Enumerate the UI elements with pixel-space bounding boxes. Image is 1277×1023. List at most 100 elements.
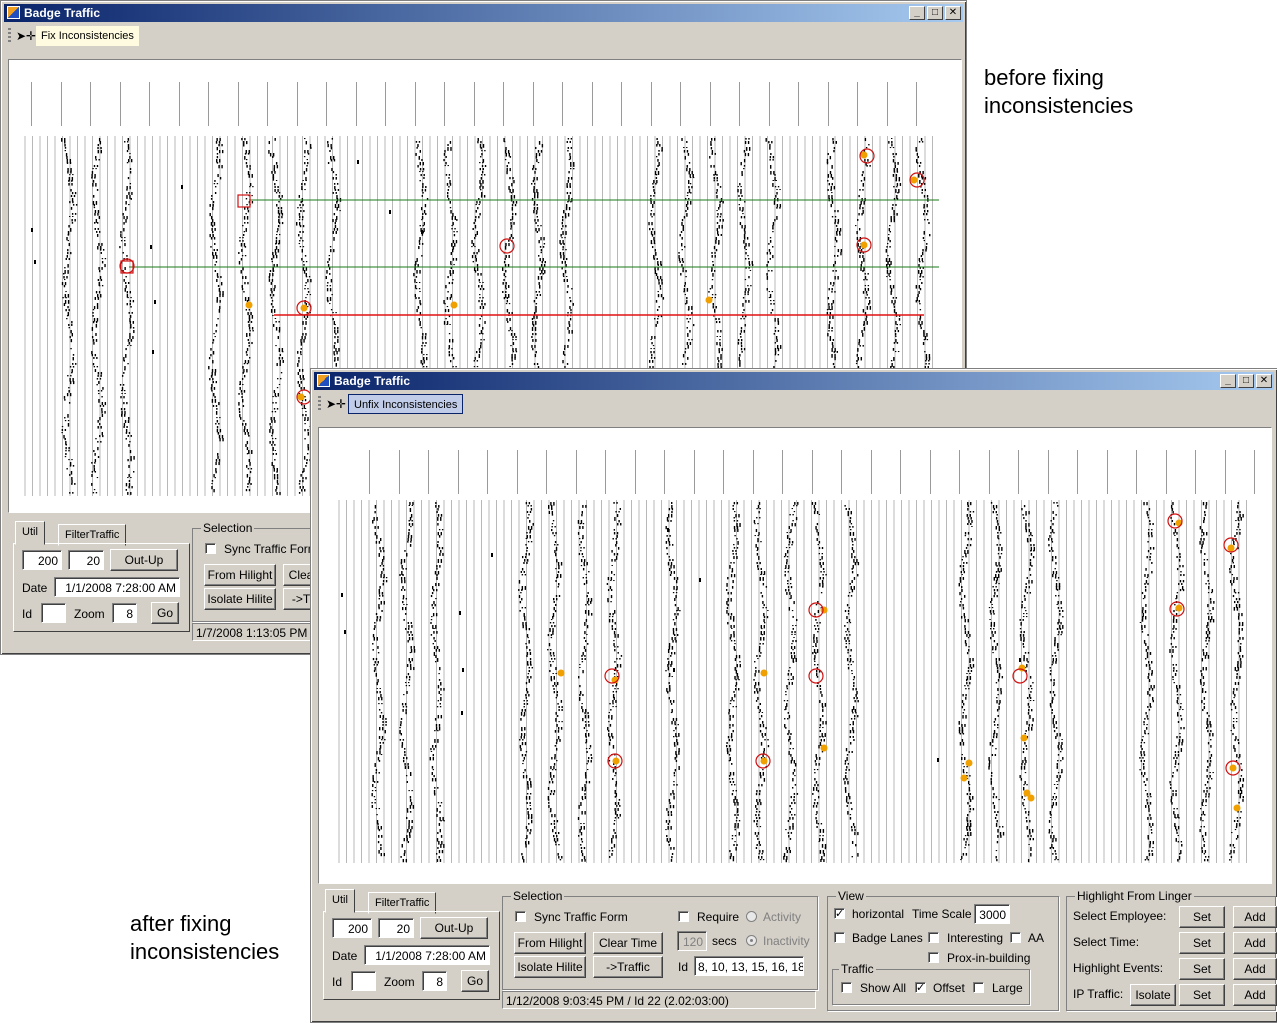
isolate-hilite-button[interactable]: Isolate Hilite xyxy=(514,956,586,978)
toolbar-grip-icon[interactable] xyxy=(318,396,321,412)
go-button[interactable]: Go xyxy=(151,602,179,624)
ip-traffic-add-button[interactable]: Add xyxy=(1233,984,1277,1006)
close-button[interactable]: ✕ xyxy=(945,6,961,20)
activity-label: Activity xyxy=(763,910,802,924)
secs-field[interactable]: 120 xyxy=(677,931,707,951)
toolbar: ➤✛ Unfix Inconsistencies xyxy=(314,391,1274,417)
traffic-mark xyxy=(461,711,463,715)
prox-in-building-checkbox[interactable] xyxy=(928,952,939,963)
event-dot xyxy=(1020,734,1028,742)
badge-traffic-window-after: Badge Traffic _ □ ✕ ➤✛ Unfix Inconsisten… xyxy=(310,368,1277,1023)
time-scale-field[interactable]: 3000 xyxy=(974,904,1010,924)
traffic-mark xyxy=(1019,658,1021,662)
lane-label xyxy=(1166,450,1167,494)
go-button[interactable]: Go xyxy=(461,970,489,992)
traffic-column xyxy=(1048,502,1064,861)
minimize-button[interactable]: _ xyxy=(909,6,925,20)
from-hilight-button[interactable]: From Hilight xyxy=(514,932,586,954)
lane-label xyxy=(621,82,622,126)
traffic-column xyxy=(119,138,135,495)
select-time-add-button[interactable]: Add xyxy=(1233,932,1277,954)
activity-radio[interactable] xyxy=(746,911,757,922)
sync-traffic-checkbox[interactable] xyxy=(515,911,526,922)
lane-label xyxy=(562,82,563,126)
util-field-2[interactable]: 20 xyxy=(378,918,414,938)
show-all-checkbox[interactable] xyxy=(841,982,852,993)
sync-traffic-checkbox[interactable] xyxy=(205,543,216,554)
select-employee-add-button[interactable]: Add xyxy=(1233,906,1277,928)
clear-time-button[interactable]: Clear Time xyxy=(593,932,663,954)
traffic-column xyxy=(61,138,78,494)
util-field-1[interactable]: 200 xyxy=(22,550,62,570)
tab-util[interactable]: Util xyxy=(325,889,355,913)
lane-label xyxy=(871,450,872,494)
out-up-button[interactable]: Out-Up xyxy=(420,917,488,939)
id-field[interactable] xyxy=(351,971,376,991)
horizontal-checkbox[interactable]: ✓ xyxy=(834,908,845,920)
sync-traffic-label: Sync Traffic Form xyxy=(534,910,628,924)
close-button[interactable]: ✕ xyxy=(1256,374,1272,388)
toolbar-grip-icon[interactable] xyxy=(8,28,11,44)
traffic-group-label: Traffic xyxy=(839,962,876,976)
unfix-inconsistencies-button[interactable]: Unfix Inconsistencies xyxy=(348,394,464,414)
tab-util[interactable]: Util xyxy=(15,521,45,545)
pointer-move-icon[interactable]: ➤✛ xyxy=(326,396,346,412)
to-traffic-button[interactable]: ->Traffic xyxy=(593,956,663,978)
ip-traffic-set-button[interactable]: Set xyxy=(1179,984,1225,1006)
event-dot xyxy=(820,606,828,614)
inactivity-radio[interactable] xyxy=(746,935,757,946)
offset-checkbox[interactable]: ✓ xyxy=(915,982,926,994)
selection-id-field[interactable]: 8, 10, 13, 15, 16, 18, xyxy=(694,956,804,976)
lane-label xyxy=(149,82,150,126)
lane-label xyxy=(533,82,534,126)
annotation-after: after fixing inconsistencies xyxy=(130,910,279,966)
zoom-field[interactable]: 8 xyxy=(422,971,447,991)
lane-label xyxy=(444,82,445,126)
highlight-events-set-button[interactable]: Set xyxy=(1179,958,1225,980)
require-checkbox[interactable] xyxy=(678,911,689,922)
zoom-field[interactable]: 8 xyxy=(112,603,137,623)
date-field[interactable]: 1/1/2008 7:28:00 AM xyxy=(54,577,180,597)
date-field[interactable]: 1/1/2008 7:28:00 AM xyxy=(364,945,490,965)
lane-label xyxy=(900,450,901,494)
id-field[interactable] xyxy=(41,603,66,623)
select-time-set-button[interactable]: Set xyxy=(1179,932,1225,954)
maximize-button[interactable]: □ xyxy=(1238,374,1254,388)
maximize-button[interactable]: □ xyxy=(927,6,943,20)
traffic-column xyxy=(725,502,741,862)
lane-label xyxy=(694,450,695,494)
util-field-2[interactable]: 20 xyxy=(68,550,104,570)
select-employee-set-button[interactable]: Set xyxy=(1179,906,1225,928)
ip-traffic-isolate-button[interactable]: Isolate xyxy=(1130,984,1176,1006)
traffic-mark xyxy=(344,630,346,634)
event-dot xyxy=(910,176,918,184)
status-field: 1/7/2008 1:13:05 PM / xyxy=(192,623,317,641)
interesting-checkbox[interactable] xyxy=(928,932,939,943)
highlight-events-add-button[interactable]: Add xyxy=(1233,958,1277,980)
badge-lanes-checkbox[interactable] xyxy=(834,932,845,943)
traffic-mark xyxy=(154,300,156,304)
selection-id-label: Id xyxy=(678,960,689,974)
traffic-column xyxy=(91,138,107,494)
lane-label xyxy=(179,82,180,126)
minimize-button[interactable]: _ xyxy=(1220,374,1236,388)
lane-label xyxy=(828,82,829,126)
large-checkbox[interactable] xyxy=(973,982,984,993)
traffic-canvas[interactable] xyxy=(318,427,1272,884)
fix-inconsistencies-button[interactable]: Fix Inconsistencies xyxy=(36,26,139,46)
out-up-button[interactable]: Out-Up xyxy=(110,549,178,571)
lane-label xyxy=(635,450,636,494)
pointer-move-icon[interactable]: ➤✛ xyxy=(16,28,36,44)
from-hilight-button[interactable]: From Hilight xyxy=(204,564,276,586)
aa-checkbox[interactable] xyxy=(1010,932,1021,943)
lane-label xyxy=(415,82,416,126)
lane-label xyxy=(1107,450,1108,494)
app-icon xyxy=(7,6,20,19)
select-employee-label: Select Employee: xyxy=(1073,909,1167,923)
traffic-mark xyxy=(673,668,675,672)
isolate-hilite-button[interactable]: Isolate Hilite xyxy=(204,588,276,610)
util-field-1[interactable]: 200 xyxy=(332,918,372,938)
traffic-column xyxy=(988,502,1005,862)
lane-label xyxy=(356,82,357,126)
lane-label xyxy=(1254,450,1255,494)
